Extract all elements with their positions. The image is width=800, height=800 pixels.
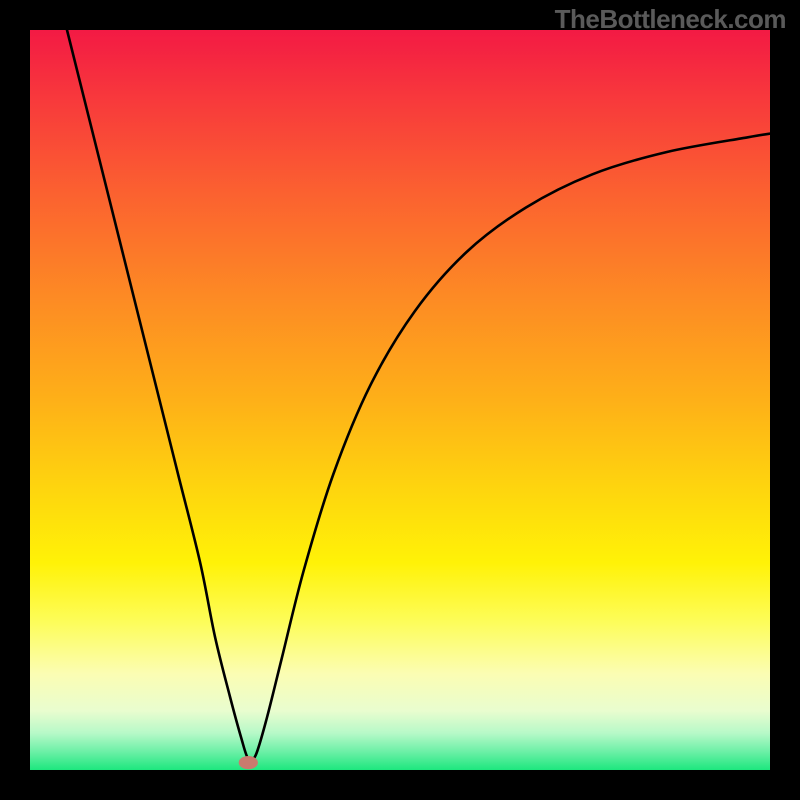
watermark-text: TheBottleneck.com [555,4,786,35]
chart-frame: TheBottleneck.com [0,0,800,800]
minimum-marker [239,756,258,769]
plot-area [30,30,770,770]
bottleneck-curve [67,30,770,761]
curve-layer [30,30,770,770]
